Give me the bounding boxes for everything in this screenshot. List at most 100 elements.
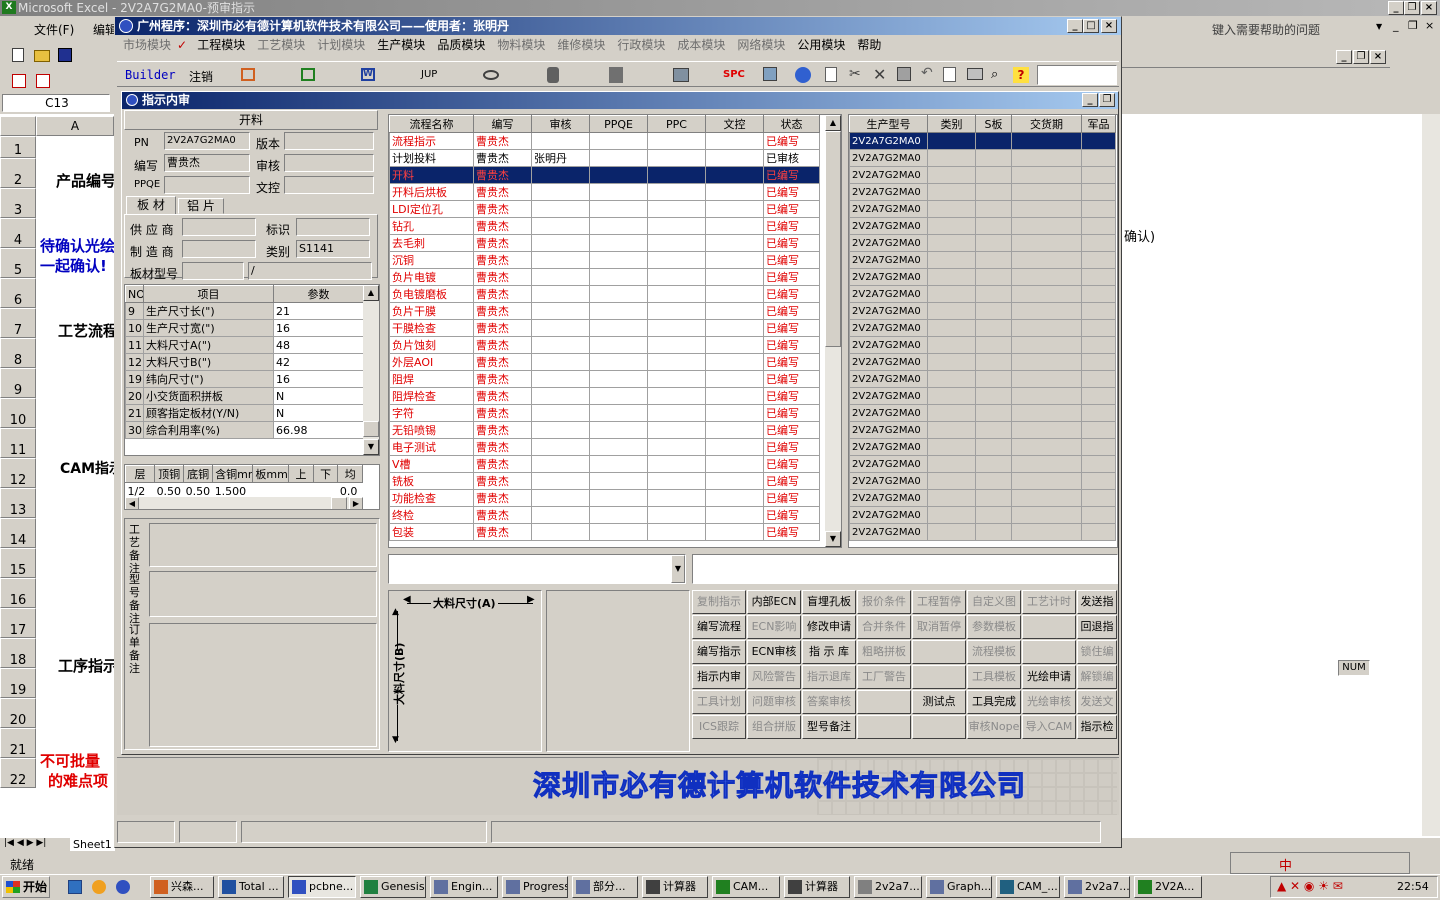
flow-header-cell[interactable]: PPQE (589, 115, 648, 133)
row-header[interactable]: 4 (0, 218, 36, 248)
taskbar-item[interactable]: 2v2a7... (1064, 876, 1130, 898)
flow-row[interactable]: 阻焊 曹贵杰 已编写 (389, 370, 820, 388)
action-button[interactable]: 组合拼版 (747, 715, 801, 739)
flow-row[interactable]: 外层AOI 曹贵杰 已编写 (389, 353, 820, 371)
model-row[interactable]: 2V2A7G2MA0 (849, 166, 1116, 184)
row-header[interactable]: 5 (0, 248, 36, 278)
toolbar-input[interactable] (1037, 65, 1117, 85)
help-search-input[interactable]: 键入需要帮助的问题 (1212, 21, 1320, 38)
taskbar-item[interactable]: 计算器 (642, 876, 708, 898)
flow-row[interactable]: 负片电镀 曹贵杰 已编写 (389, 268, 820, 286)
model-row[interactable]: 2V2A7G2MA0 (849, 132, 1116, 150)
row-header[interactable]: 14 (0, 518, 36, 548)
action-button[interactable]: 型号备注 (802, 715, 856, 739)
row-header[interactable]: 15 (0, 548, 36, 578)
model-row[interactable]: 2V2A7G2MA0 (849, 285, 1116, 303)
child-minimize-button[interactable]: _ (1082, 93, 1098, 107)
row-header[interactable]: 2 (0, 158, 36, 188)
app-menu-item[interactable]: 维修模块 (551, 36, 611, 54)
row-header[interactable]: 10 (0, 398, 36, 428)
action-button[interactable]: 工程暂停 (912, 590, 966, 614)
model-row[interactable]: 2V2A7G2MA0 (849, 506, 1116, 524)
action-button[interactable]: 粗略拼板 (857, 640, 911, 664)
action-button[interactable]: 编写流程 (692, 615, 746, 639)
flow-header-cell[interactable]: 流程名称 (389, 115, 474, 133)
row-header[interactable]: 6 (0, 278, 36, 308)
app-menu-item[interactable]: 成本模块 (671, 36, 731, 54)
flow-scroll-thumb[interactable] (825, 131, 841, 347)
column-header-a[interactable]: A (36, 116, 114, 136)
taskbar-item[interactable]: 计算器 (784, 876, 850, 898)
row-header[interactable]: 12 (0, 458, 36, 488)
model-row[interactable]: 2V2A7G2MA0 (849, 251, 1116, 269)
app-menu-item[interactable]: 生产模块 (371, 36, 431, 54)
sheet-nav-icon[interactable]: |◀ ◀ ▶ ▶| (4, 838, 46, 848)
network-icon[interactable] (609, 67, 623, 83)
model-row[interactable]: 2V2A7G2MA0 (849, 200, 1116, 218)
flow-row[interactable]: 字符 曹贵杰 已编写 (389, 404, 820, 422)
flow-row[interactable]: 负片蚀刻 曹贵杰 已编写 (389, 336, 820, 354)
action-button[interactable]: 盲埋孔板 (802, 590, 856, 614)
row-header[interactable]: 19 (0, 668, 36, 698)
layer-header-cell[interactable]: 上 (288, 465, 314, 483)
flow-row[interactable]: 电子测试 曹贵杰 已编写 (389, 438, 820, 456)
name-box[interactable]: C13 (2, 94, 110, 112)
taskbar-item[interactable]: Graph... (926, 876, 992, 898)
action-button[interactable] (857, 715, 911, 739)
action-button[interactable]: 光绘申请 (1022, 665, 1076, 689)
floppy-icon[interactable] (897, 67, 911, 81)
doc-restore-icon[interactable]: ❐ (1408, 19, 1418, 32)
model-row[interactable]: 2V2A7G2MA0 (849, 489, 1116, 507)
inner-close-button[interactable]: × (1370, 50, 1386, 64)
row-header[interactable]: 18 (0, 638, 36, 668)
action-button[interactable]: 工具完成 (967, 690, 1021, 714)
model-header-cell[interactable]: 类别 (927, 115, 976, 133)
app-menu-item[interactable]: 品质模块 (431, 36, 491, 54)
delete-icon[interactable]: ✕ (873, 65, 886, 84)
board-model-field-b[interactable]: / (248, 262, 372, 280)
taskbar-item[interactable]: Genesis (360, 876, 426, 898)
model-remark-field[interactable] (149, 571, 377, 617)
action-button[interactable]: ICS跟踪 (692, 715, 746, 739)
note-field[interactable] (692, 554, 1118, 584)
ppqe-field[interactable] (164, 176, 250, 194)
flow-row[interactable]: 计划投料 曹贵杰 张明丹 已审核 (389, 149, 820, 167)
type-field[interactable]: S1141 (296, 240, 370, 258)
report-icon[interactable] (241, 68, 255, 81)
flow-header-cell[interactable]: 编写 (473, 115, 532, 133)
params-row[interactable]: 9 生产尺寸长(") 21 (125, 302, 364, 320)
flow-row[interactable]: 负电镀磨板 曹贵杰 已编写 (389, 285, 820, 303)
action-button[interactable] (912, 715, 966, 739)
flow-row[interactable]: 功能检查 曹贵杰 已编写 (389, 489, 820, 507)
calendar-icon[interactable] (763, 67, 777, 81)
doc-control-field[interactable] (284, 176, 374, 194)
app-menu-item[interactable]: 公用模块 (791, 36, 851, 54)
params-row[interactable]: 12 大料尺寸B(") 42 (125, 353, 364, 371)
app-menu-item[interactable]: 物料模块 (491, 36, 551, 54)
action-button[interactable]: 指 示 库 (802, 640, 856, 664)
row-header[interactable]: 1 (0, 136, 36, 158)
action-button[interactable] (912, 640, 966, 664)
layer-header-cell[interactable]: 底铜 (183, 465, 214, 483)
excel-minimize-button[interactable]: _ (1388, 1, 1404, 15)
ime-chinese-icon[interactable]: 中 (1279, 855, 1292, 874)
ie-icon[interactable] (795, 67, 811, 83)
pdf-icon[interactable] (12, 74, 26, 88)
params-row[interactable]: 10 生产尺寸宽(") 16 (125, 319, 364, 337)
model-row[interactable]: 2V2A7G2MA0 (849, 353, 1116, 371)
action-button[interactable]: 工厂警告 (857, 665, 911, 689)
action-button[interactable]: 工具模板 (967, 665, 1021, 689)
layer-header-cell[interactable]: 板mm (252, 465, 290, 483)
doc-minimize-icon[interactable]: _ (1393, 19, 1399, 32)
model-row[interactable]: 2V2A7G2MA0 (849, 523, 1116, 541)
model-header-cell[interactable]: 生产型号 (849, 115, 928, 133)
flow-row[interactable]: V槽 曹贵杰 已编写 (389, 455, 820, 473)
app-menu-item[interactable]: 工程模块 (191, 36, 251, 54)
taskbar-item[interactable]: CAM_... (996, 876, 1060, 898)
app-menu-item[interactable]: 计划模块 (311, 36, 371, 54)
excel-restore-button[interactable]: ❐ (1404, 1, 1420, 15)
params-header-cell[interactable]: 项目 (143, 285, 274, 303)
flow-scroll-down[interactable]: ▼ (825, 531, 841, 547)
help-icon[interactable]: ? (1013, 67, 1029, 83)
taskbar-item[interactable]: 2V2A... (1134, 876, 1202, 898)
